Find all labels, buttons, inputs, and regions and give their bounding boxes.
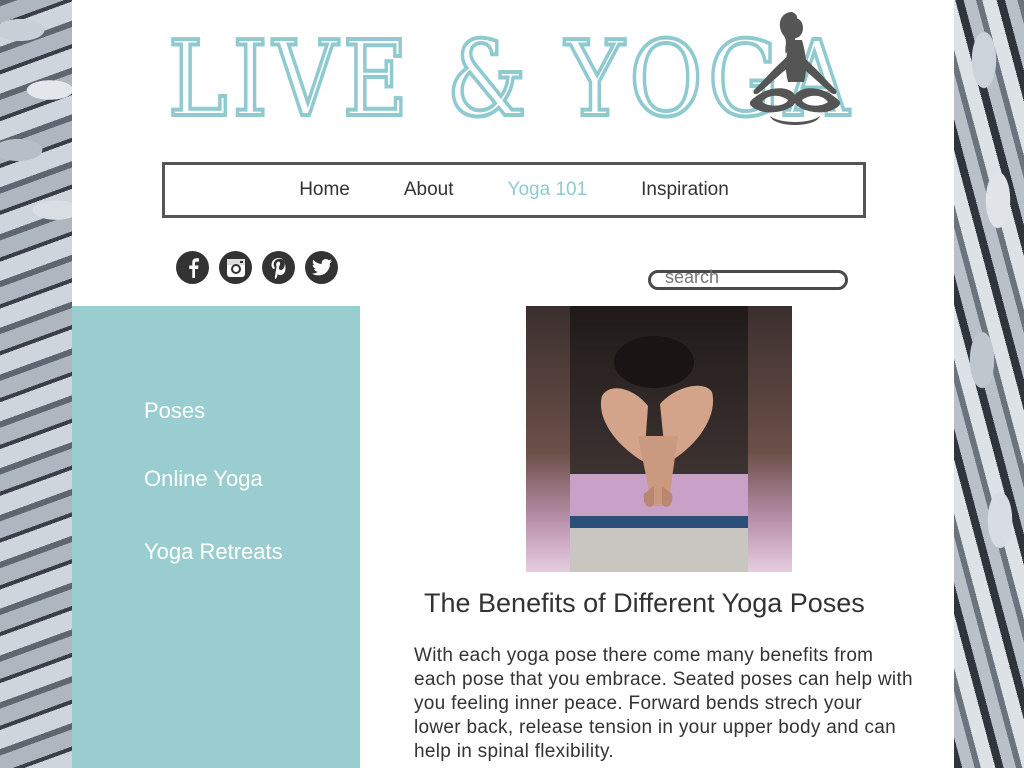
facebook-icon[interactable] (176, 251, 209, 284)
nav-item-home[interactable]: Home (272, 179, 377, 201)
instagram-icon[interactable] (219, 251, 252, 284)
nav-item-about[interactable]: About (377, 179, 481, 201)
twitter-icon[interactable] (305, 251, 338, 284)
mosaic-background-right (954, 0, 1024, 768)
sidebar-item-yoga-retreats[interactable]: Yoga Retreats (144, 539, 283, 565)
sidebar-item-online-yoga[interactable]: Online Yoga (144, 466, 263, 492)
article-body: With each yoga pose there come many bene… (414, 645, 913, 762)
nav-item-inspiration[interactable]: Inspiration (614, 179, 756, 201)
nav-item-yoga-101[interactable]: Yoga 101 (481, 179, 615, 201)
sidebar-item-poses[interactable]: Poses (144, 398, 205, 424)
meditating-woman-icon (749, 12, 841, 125)
yoga-forward-bend-photo[interactable] (526, 306, 792, 572)
social-links (176, 251, 338, 284)
mosaic-background-left (0, 0, 72, 768)
main-navigation: Home About Yoga 101 Inspiration (162, 162, 866, 218)
sidebar: Poses Online Yoga Yoga Retreats (72, 306, 360, 768)
article-title: The Benefits of Different Yoga Poses (424, 588, 865, 618)
search-input[interactable] (665, 267, 835, 288)
search-box (648, 267, 848, 290)
pinterest-icon[interactable] (262, 251, 295, 284)
page-content: LIVE & YOGA Home About Yoga 101 Inspirat… (72, 0, 954, 768)
